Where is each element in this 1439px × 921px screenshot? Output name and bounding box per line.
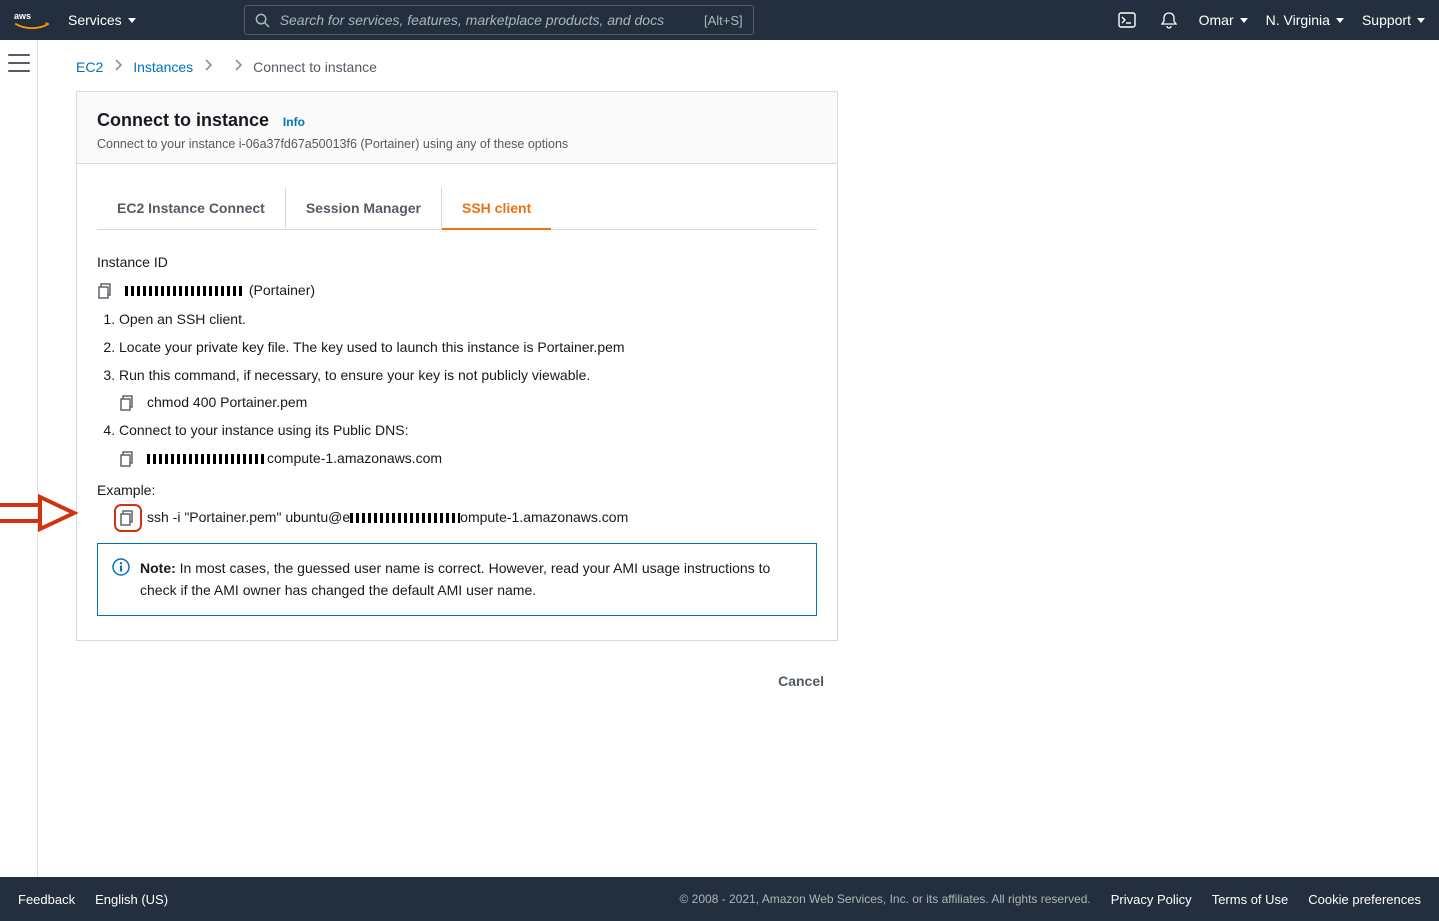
notifications-icon[interactable] <box>1157 8 1181 32</box>
language-label: English (US) <box>95 892 168 907</box>
step-3-text: Run this command, if necessary, to ensur… <box>119 367 590 383</box>
panel-subtitle: Connect to your instance i-06a37fd67a500… <box>97 137 817 151</box>
aws-logo[interactable]: aws <box>14 9 50 31</box>
support-label: Support <box>1362 12 1411 28</box>
chevron-right-icon <box>203 58 213 75</box>
ssh-example-command: ssh -i "Portainer.pem" ubuntu@e ompute-1.… <box>147 507 628 529</box>
tab-ec2-instance-connect[interactable]: EC2 Instance Connect <box>97 188 286 229</box>
step-2: Locate your private key file. The key us… <box>119 337 817 359</box>
account-name: Omar <box>1199 12 1234 28</box>
breadcrumb-current: Connect to instance <box>253 59 377 75</box>
ssh-example-suffix: ompute-1.amazonaws.com <box>460 509 628 525</box>
support-menu[interactable]: Support <box>1362 12 1425 28</box>
copy-instance-id-icon[interactable] <box>97 282 115 300</box>
breadcrumb: EC2 Instances Connect to instance <box>38 40 1439 85</box>
main-content: EC2 Instances Connect to instance Connec… <box>38 40 1439 877</box>
note-label: Note: <box>140 560 176 576</box>
caret-down-icon <box>1336 18 1344 23</box>
instance-id-value: (Portainer) <box>125 280 315 302</box>
chmod-command: chmod 400 Portainer.pem <box>147 392 307 414</box>
feedback-link[interactable]: Feedback <box>18 892 75 907</box>
search-icon <box>255 13 270 28</box>
ssh-example-prefix: ssh -i "Portainer.pem" ubuntu@e <box>147 509 350 525</box>
copy-ssh-example-icon[interactable] <box>119 509 137 527</box>
connect-panel: Connect to instance Info Connect to your… <box>76 91 838 641</box>
panel-header: Connect to instance Info Connect to your… <box>77 92 837 164</box>
panel-title: Connect to instance <box>97 110 269 131</box>
step-3: Run this command, if necessary, to ensur… <box>119 365 817 414</box>
instance-name-suffix: (Portainer) <box>249 282 315 298</box>
ami-note-box: Note: In most cases, the guessed user na… <box>97 543 817 616</box>
ssh-client-content: Instance ID (Portainer) Open an SSH clie… <box>77 230 837 640</box>
search-hotkey: [Alt+S] <box>704 13 743 28</box>
sidebar-toggle-rail <box>0 40 38 877</box>
services-menu[interactable]: Services <box>68 12 136 28</box>
cloudshell-icon[interactable] <box>1115 8 1139 32</box>
connect-tabs: EC2 Instance Connect Session Manager SSH… <box>97 188 817 230</box>
terms-of-use-link[interactable]: Terms of Use <box>1212 892 1289 907</box>
language-selector[interactable]: English (US) <box>95 892 174 907</box>
public-dns: compute-1.amazonaws.com <box>147 448 442 470</box>
instance-id-label: Instance ID <box>97 252 817 274</box>
breadcrumb-instances[interactable]: Instances <box>133 59 193 75</box>
copyright-text: © 2008 - 2021, Amazon Web Services, Inc.… <box>680 892 1091 906</box>
info-icon <box>112 558 130 601</box>
copy-chmod-icon[interactable] <box>119 394 137 412</box>
step-4: Connect to your instance using its Publi… <box>119 420 817 469</box>
global-search[interactable]: [Alt+S] <box>244 5 754 35</box>
dns-suffix: compute-1.amazonaws.com <box>267 450 442 466</box>
caret-down-icon <box>1417 18 1425 23</box>
ami-note-text: Note: In most cases, the guessed user na… <box>140 558 802 601</box>
search-input[interactable] <box>278 11 696 29</box>
account-menu[interactable]: Omar <box>1199 12 1248 28</box>
tab-ssh-client[interactable]: SSH client <box>442 188 551 230</box>
chevron-right-icon <box>233 58 243 75</box>
cookie-preferences-link[interactable]: Cookie preferences <box>1308 892 1421 907</box>
region-name: N. Virginia <box>1266 12 1330 28</box>
ssh-steps: Open an SSH client. Locate your private … <box>97 309 817 469</box>
chevron-right-icon <box>113 58 123 75</box>
svg-text:aws: aws <box>14 11 31 21</box>
note-body: In most cases, the guessed user name is … <box>140 560 770 598</box>
copy-dns-icon[interactable] <box>119 450 137 468</box>
info-link[interactable]: Info <box>283 115 305 129</box>
hamburger-icon[interactable] <box>8 54 30 72</box>
privacy-policy-link[interactable]: Privacy Policy <box>1111 892 1192 907</box>
example-label: Example: <box>97 480 817 502</box>
caret-down-icon <box>1240 18 1248 23</box>
breadcrumb-ec2[interactable]: EC2 <box>76 59 103 75</box>
region-menu[interactable]: N. Virginia <box>1266 12 1344 28</box>
top-nav: aws Services [Alt+S] Omar N. Virginia Su… <box>0 0 1439 40</box>
cancel-button[interactable]: Cancel <box>764 665 838 697</box>
footer: Feedback English (US) © 2008 - 2021, Ama… <box>0 877 1439 921</box>
step-1: Open an SSH client. <box>119 309 817 331</box>
tab-session-manager[interactable]: Session Manager <box>286 188 442 229</box>
caret-down-icon <box>128 18 136 23</box>
step-4-text: Connect to your instance using its Publi… <box>119 422 408 438</box>
services-label: Services <box>68 12 122 28</box>
